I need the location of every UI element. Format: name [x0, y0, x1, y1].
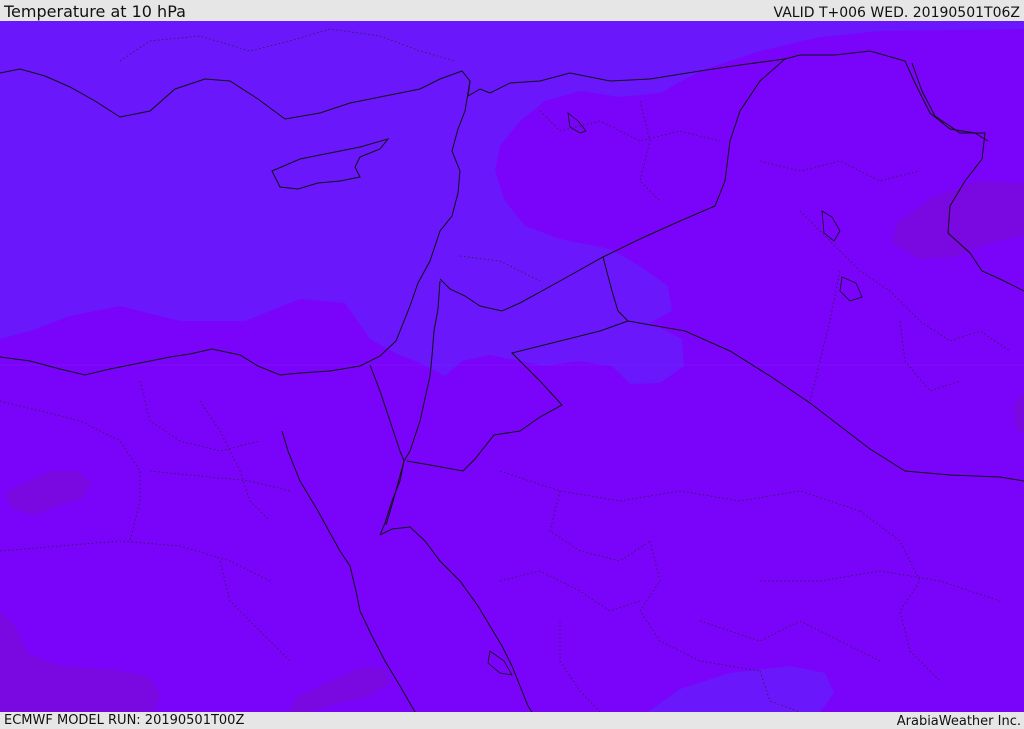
model-run-label: ECMWF MODEL RUN: 20190501T00Z	[4, 713, 245, 728]
valid-time-label: VALID T+006 WED. 20190501T06Z	[773, 5, 1020, 21]
map-title: Temperature at 10 hPa	[4, 2, 186, 21]
weather-map-page: Temperature at 10 hPa VALID T+006 WED. 2…	[0, 0, 1024, 729]
temperature-map	[0, 21, 1024, 712]
header-bar: Temperature at 10 hPa VALID T+006 WED. 2…	[0, 0, 1024, 21]
credit-label: ArabiaWeather Inc.	[896, 714, 1021, 729]
footer-bar: ECMWF MODEL RUN: 20190501T00Z ArabiaWeat…	[0, 712, 1024, 729]
